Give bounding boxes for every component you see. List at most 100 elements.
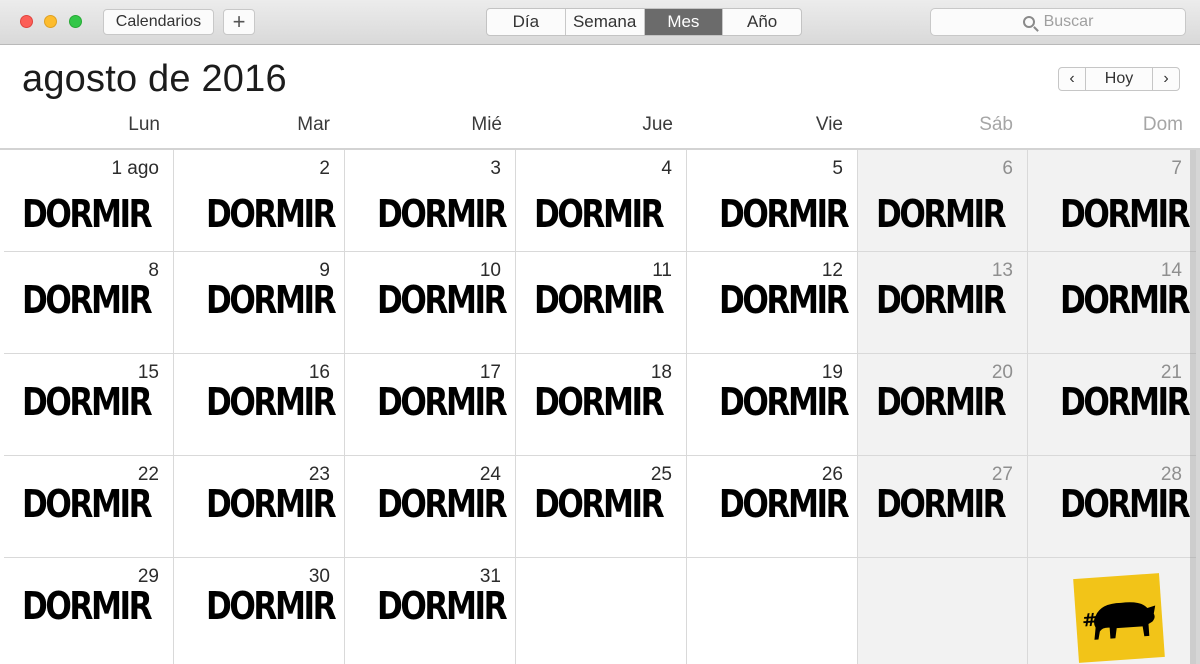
day-cell[interactable]: 29 DORMIR <box>4 558 174 664</box>
day-cell[interactable]: 7 DORMIR <box>1028 150 1196 252</box>
day-cell[interactable]: 28 DORMIR <box>1028 456 1196 558</box>
chevron-right-icon: › <box>1163 70 1169 87</box>
event-title[interactable]: DORMIR <box>1060 280 1191 320</box>
day-cell[interactable]: 18 DORMIR <box>516 354 687 456</box>
event-title[interactable]: DORMIR <box>719 280 850 320</box>
day-cell[interactable]: 24 DORMIR <box>345 456 516 558</box>
event-title[interactable]: DORMIR <box>22 586 153 626</box>
day-cell[interactable]: 5 DORMIR <box>687 150 858 252</box>
day-cell[interactable]: 12 DORMIR <box>687 252 858 354</box>
event-title[interactable]: DORMIR <box>22 194 153 234</box>
event-title[interactable]: DORMIR <box>206 586 337 626</box>
day-cell[interactable]: 3 DORMIR <box>345 150 516 252</box>
event-title[interactable]: DORMIR <box>876 484 1007 524</box>
chevron-left-icon: ‹ <box>1069 70 1075 87</box>
event-title[interactable]: DORMIR <box>1060 194 1191 234</box>
day-number: 8 <box>148 260 159 281</box>
day-cell[interactable]: 15 DORMIR <box>4 354 174 456</box>
day-cell[interactable]: 20 DORMIR <box>858 354 1028 456</box>
weekday-label: Mié <box>471 114 502 135</box>
empty-day-cell[interactable] <box>687 558 858 664</box>
day-cell[interactable]: 11 DORMIR <box>516 252 687 354</box>
event-title[interactable]: DORMIR <box>22 280 153 320</box>
event-title[interactable]: DORMIR <box>534 382 665 422</box>
weekday-label: Lun <box>128 114 160 135</box>
day-cell[interactable]: 17 DORMIR <box>345 354 516 456</box>
day-cell[interactable]: 6 DORMIR <box>858 150 1028 252</box>
month-grid: 1 ago DORMIR 2 DORMIR 3 DORMIR 4 DORMIR 5 DORMIR 6… <box>4 150 1196 664</box>
day-number: 4 <box>661 158 672 179</box>
weekday-label: Dom <box>1142 114 1183 135</box>
tab-week[interactable]: Semana <box>566 9 645 35</box>
day-cell[interactable]: 27 DORMIR <box>858 456 1028 558</box>
event-title[interactable]: DORMIR <box>876 280 1007 320</box>
event-title[interactable]: DORMIR <box>377 586 508 626</box>
day-cell[interactable]: 26 DORMIR <box>687 456 858 558</box>
event-title[interactable]: DORMIR <box>206 280 337 320</box>
event-title[interactable]: DORMIR <box>22 382 153 422</box>
weekday-label: Jue <box>642 114 673 135</box>
event-title[interactable]: DORMIR <box>1060 484 1191 524</box>
event-title[interactable]: DORMIR <box>206 382 337 422</box>
day-cell[interactable]: 2 DORMIR <box>174 150 345 252</box>
day-cell[interactable]: 14 DORMIR <box>1028 252 1196 354</box>
today-button[interactable]: Hoy <box>1086 67 1152 91</box>
window-edge <box>1190 150 1200 664</box>
day-cell[interactable]: 4 DORMIR <box>516 150 687 252</box>
event-title[interactable]: DORMIR <box>206 484 337 524</box>
day-cell[interactable]: 31 DORMIR <box>345 558 516 664</box>
day-number: 3 <box>490 158 501 179</box>
day-number: 7 <box>1171 158 1182 179</box>
event-title[interactable]: DORMIR <box>534 280 665 320</box>
day-cell[interactable]: 25 DORMIR <box>516 456 687 558</box>
search-input[interactable]: Buscar <box>930 8 1186 36</box>
search-placeholder: Buscar <box>1043 13 1094 30</box>
day-number: 6 <box>1002 158 1013 179</box>
day-cell[interactable]: 23 DORMIR <box>174 456 345 558</box>
event-title[interactable]: DORMIR <box>22 484 153 524</box>
month-navigation: ‹ Hoy › <box>1058 67 1180 93</box>
day-cell[interactable]: 9 DORMIR <box>174 252 345 354</box>
tab-day[interactable]: Día <box>487 9 566 35</box>
previous-month-button[interactable]: ‹ <box>1058 67 1086 91</box>
event-title[interactable]: DORMIR <box>876 382 1007 422</box>
day-number: 2 <box>319 158 330 179</box>
day-cell[interactable]: 16 DORMIR <box>174 354 345 456</box>
day-cell[interactable]: 10 DORMIR <box>345 252 516 354</box>
event-title[interactable]: DORMIR <box>719 484 850 524</box>
event-title[interactable]: DORMIR <box>1060 382 1191 422</box>
minimize-window-button[interactable] <box>44 15 57 28</box>
maximize-window-button[interactable] <box>69 15 82 28</box>
empty-day-cell[interactable] <box>858 558 1028 664</box>
event-title[interactable]: DORMIR <box>377 280 508 320</box>
day-cell[interactable]: 1 ago DORMIR <box>4 150 174 252</box>
day-cell[interactable]: 30 DORMIR <box>174 558 345 664</box>
weekday-label: Sáb <box>979 114 1013 135</box>
close-window-button[interactable] <box>20 15 33 28</box>
event-title[interactable]: DORMIR <box>377 194 508 234</box>
day-cell[interactable]: 22 DORMIR <box>4 456 174 558</box>
calendars-button[interactable]: Calendarios <box>103 9 214 35</box>
event-title[interactable]: DORMIR <box>534 484 665 524</box>
event-title[interactable]: DORMIR <box>534 194 665 234</box>
event-title[interactable]: DORMIR <box>719 194 850 234</box>
event-title[interactable]: DORMIR <box>377 382 508 422</box>
tab-month[interactable]: Mes <box>644 9 724 35</box>
add-event-button[interactable]: + <box>223 9 255 35</box>
event-title[interactable]: DORMIR <box>206 194 337 234</box>
day-cell[interactable]: 8 DORMIR <box>4 252 174 354</box>
day-cell[interactable]: 21 DORMIR <box>1028 354 1196 456</box>
event-title[interactable]: DORMIR <box>377 484 508 524</box>
next-month-button[interactable]: › <box>1152 67 1180 91</box>
empty-day-cell[interactable] <box>516 558 687 664</box>
day-number: 5 <box>832 158 843 179</box>
event-title[interactable]: DORMIR <box>719 382 850 422</box>
page-title: agosto de 2016 <box>22 58 287 100</box>
view-mode-selector: Día Semana Mes Año <box>486 8 802 36</box>
event-title[interactable]: DORMIR <box>876 194 1007 234</box>
tab-year[interactable]: Año <box>723 9 801 35</box>
day-cell[interactable]: 19 DORMIR <box>687 354 858 456</box>
day-cell[interactable]: 13 DORMIR <box>858 252 1028 354</box>
weekday-label: Mar <box>297 114 330 135</box>
day-number: 1 ago <box>111 158 159 179</box>
